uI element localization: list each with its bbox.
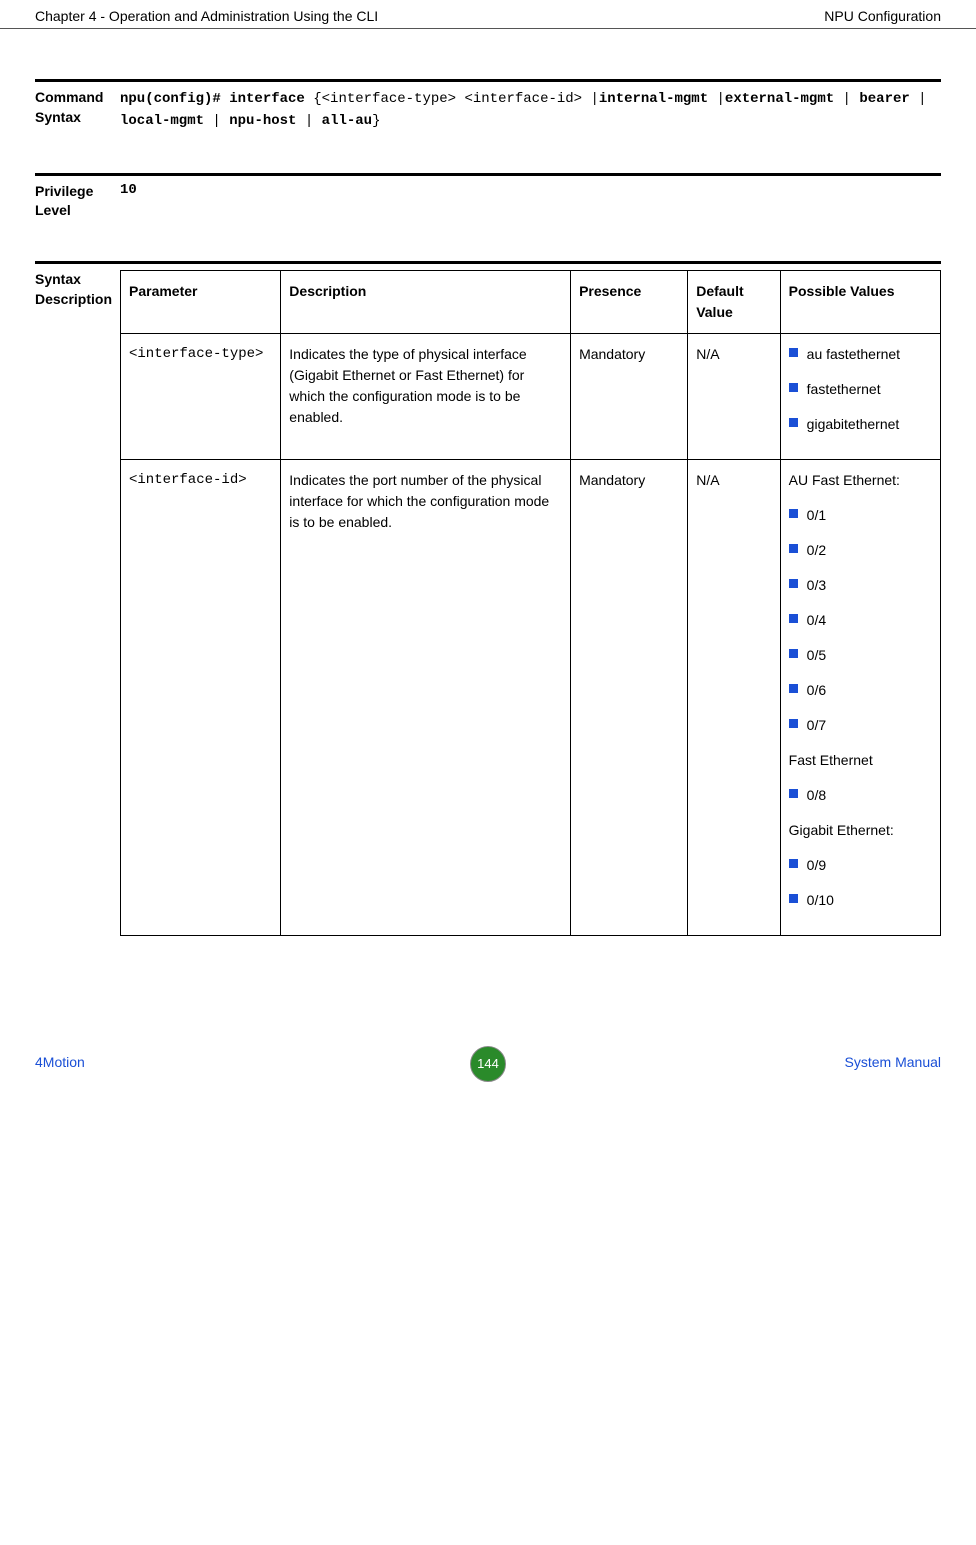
cmd-part: } [372, 113, 380, 129]
group-label: Gigabit Ethernet: [789, 820, 932, 841]
cmd-part: local-mgmt [120, 113, 204, 129]
list-item: 0/4 [789, 610, 932, 631]
table-row: <interface-id> Indicates the port number… [121, 459, 941, 935]
syntax-table: Parameter Description Presence Default V… [120, 270, 941, 936]
cell-parameter: <interface-id> [121, 459, 281, 935]
list-item: 0/9 [789, 855, 932, 876]
value-list: 0/1 0/2 0/3 0/4 0/5 0/6 0/7 [789, 505, 932, 736]
command-syntax-row: Command Syntax npu(config)# interface {<… [35, 88, 941, 133]
page-header: Chapter 4 - Operation and Administration… [0, 0, 976, 29]
cell-description: Indicates the port number of the physica… [281, 459, 571, 935]
group-label: Fast Ethernet [789, 750, 932, 771]
header-left: Chapter 4 - Operation and Administration… [35, 8, 378, 24]
privilege-value: 10 [120, 182, 941, 221]
cmd-part: all-au [322, 113, 372, 129]
header-right: NPU Configuration [824, 8, 941, 24]
cell-parameter: <interface-type> [121, 333, 281, 459]
cmd-part: npu-host [229, 113, 296, 129]
main-content: Command Syntax npu(config)# interface {<… [0, 29, 976, 936]
cell-possible: AU Fast Ethernet: 0/1 0/2 0/3 0/4 0/5 0/… [780, 459, 940, 935]
page-footer: 4Motion 144 System Manual [0, 1046, 976, 1106]
cell-possible: au fastethernet fastethernet gigabitethe… [780, 333, 940, 459]
syntax-description-body: Parameter Description Presence Default V… [120, 270, 941, 936]
list-item: 0/7 [789, 715, 932, 736]
cell-default: N/A [688, 459, 780, 935]
list-item: 0/2 [789, 540, 932, 561]
privilege-label: Privilege Level [35, 182, 120, 221]
cmd-part: | [296, 113, 321, 129]
list-item: 0/6 [789, 680, 932, 701]
syntax-description-row: Syntax Description Parameter Description… [35, 270, 941, 936]
cell-default: N/A [688, 333, 780, 459]
col-possible: Possible Values [780, 270, 940, 333]
list-item: 0/1 [789, 505, 932, 526]
cmd-part: | [834, 91, 859, 107]
syntax-description-label: Syntax Description [35, 270, 120, 936]
divider [35, 173, 941, 176]
value-list: au fastethernet fastethernet gigabitethe… [789, 344, 932, 435]
cmd-part: npu(config)# interface [120, 91, 313, 107]
table-row: <interface-type> Indicates the type of p… [121, 333, 941, 459]
list-item: gigabitethernet [789, 414, 932, 435]
list-item: 0/5 [789, 645, 932, 666]
table-header-row: Parameter Description Presence Default V… [121, 270, 941, 333]
page-number-badge: 144 [470, 1046, 506, 1082]
value-list: 0/8 [789, 785, 932, 806]
list-item: au fastethernet [789, 344, 932, 365]
list-item: fastethernet [789, 379, 932, 400]
cmd-part: internal-mgmt [599, 91, 708, 107]
list-item: 0/10 [789, 890, 932, 911]
group-label: AU Fast Ethernet: [789, 470, 932, 491]
col-default: Default Value [688, 270, 780, 333]
divider [35, 261, 941, 264]
cmd-part: external-mgmt [725, 91, 834, 107]
list-item: 0/8 [789, 785, 932, 806]
command-syntax-body: npu(config)# interface {<interface-type>… [120, 88, 941, 133]
privilege-row: Privilege Level 10 [35, 182, 941, 221]
footer-left: 4Motion [35, 1054, 85, 1070]
command-syntax-label: Command Syntax [35, 88, 120, 133]
cell-presence: Mandatory [571, 459, 688, 935]
cmd-part: {<interface-type> <interface-id> | [313, 91, 599, 107]
list-item: 0/3 [789, 575, 932, 596]
value-list: 0/9 0/10 [789, 855, 932, 911]
cmd-part: bearer [859, 91, 909, 107]
col-description: Description [281, 270, 571, 333]
divider [35, 79, 941, 82]
cmd-part: | [910, 91, 927, 107]
footer-right: System Manual [845, 1054, 941, 1070]
cmd-part: | [708, 91, 725, 107]
col-presence: Presence [571, 270, 688, 333]
col-parameter: Parameter [121, 270, 281, 333]
cell-description: Indicates the type of physical interface… [281, 333, 571, 459]
cmd-part: | [204, 113, 229, 129]
cell-presence: Mandatory [571, 333, 688, 459]
